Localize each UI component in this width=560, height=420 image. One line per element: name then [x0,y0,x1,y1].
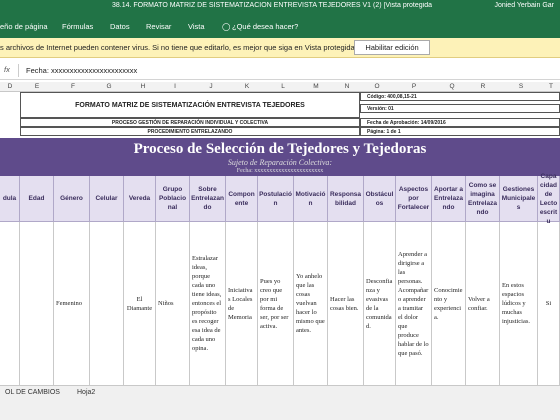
column-header[interactable]: Q [441,83,463,90]
tab-view[interactable]: Vista [188,22,205,31]
table-row: Femenino El Diamante Niños Estralazar id… [0,222,560,385]
banner-title: Proceso de Selección de Tejedores y Teje… [133,141,427,157]
header-cell[interactable]: Sobre Entrelazando [190,176,226,222]
ribbon-tabs: eño de página Fórmulas Datos Revisar Vis… [0,14,560,38]
process-name: PROCESO GESTIÓN DE REPARACIÓN INDIVIDUAL… [20,118,360,127]
column-header[interactable]: S [510,83,532,90]
document-version: Versión: 01 [360,104,560,113]
banner-subtitle: Sujeto de Reparación Colectiva: [227,158,333,167]
divider [18,64,19,77]
column-header[interactable]: J [200,83,222,90]
banner-date: Fecha: xxxxxxxxxxxxxxxxxxxxxxx [236,168,324,174]
data-cell[interactable] [0,222,20,385]
data-cell-vereda[interactable]: El Diamante [124,222,156,385]
data-cell-contribute[interactable]: Conocimiento y experiencia. [432,222,466,385]
header-cell[interactable]: Como se imagina Entrelazando [466,176,500,222]
data-cell-management[interactable]: En estos espacios lúdicos y muchas injus… [500,222,538,385]
column-headers: D E F G H I J K L M N O P Q R S T [0,82,560,92]
sheet-tab[interactable]: OL DE CAMBIOS [0,387,65,399]
data-cell-strengthen[interactable]: Aprender a dirigirse a las personas. Aco… [396,222,432,385]
formula-bar: fx Fecha: xxxxxxxxxxxxxxxxxxxxxxx [0,62,560,80]
data-cell-group[interactable]: Niños [156,222,190,385]
column-header[interactable]: I [164,83,186,90]
header-cell[interactable]: Obstáculos [364,176,396,222]
banner: Proceso de Selección de Tejedores y Teje… [0,138,560,176]
header-cell[interactable]: Postulación [258,176,294,222]
fx-icon[interactable]: fx [4,65,10,74]
column-header[interactable]: G [98,83,120,90]
data-cell-application[interactable]: Pues yo creo que por mi forma de ser, po… [258,222,294,385]
formula-input[interactable]: Fecha: xxxxxxxxxxxxxxxxxxxxxxx [26,66,137,75]
column-header[interactable]: F [62,83,84,90]
column-header[interactable]: N [336,83,358,90]
header-cell[interactable]: Género [54,176,90,222]
column-header[interactable]: M [305,83,327,90]
document-title: FORMATO MATRIZ DE SISTEMATIZACIÓN ENTREV… [20,92,360,118]
data-cell[interactable] [20,222,54,385]
header-cell[interactable]: Gestiones Municipales [500,176,538,222]
column-header[interactable]: D [0,83,20,90]
sheet-tabs: OL DE CAMBIOS Hoja2 [0,385,560,420]
header-cell[interactable]: Aspectos por Fortalecer [396,176,432,222]
column-header[interactable]: E [26,83,48,90]
tab-page-layout[interactable]: eño de página [0,22,48,31]
header-cell[interactable]: Edad [20,176,54,222]
data-cell-about[interactable]: Estralazar ideas, porque cada uno tiene … [190,222,226,385]
page-number: Página: 1 de 1 [360,127,560,136]
tab-data[interactable]: Datos [110,22,130,31]
header-cell[interactable]: Componente [226,176,258,222]
sheet-tab[interactable]: Hoja2 [72,387,100,399]
lightbulb-icon: ◯ [222,22,231,31]
column-header[interactable]: H [132,83,154,90]
header-cell[interactable]: dula [0,176,20,222]
tab-formulas[interactable]: Fórmulas [62,22,93,31]
column-header[interactable]: R [472,83,494,90]
column-header[interactable]: O [366,83,388,90]
column-header[interactable]: K [236,83,258,90]
data-cell-imagine[interactable]: Volver a confiar. [466,222,500,385]
data-cell-responsibility[interactable]: Hacer las cosas bien. [328,222,364,385]
data-cell-obstacles[interactable]: Desconfianza y evasivas de la comunidad. [364,222,396,385]
table-header: dula Edad Género Celular Vereda Grupo Po… [0,173,560,225]
column-header[interactable]: P [403,83,425,90]
approval-date: Fecha de Aprobación: 14/09/2016 [360,118,560,127]
data-cell[interactable] [90,222,124,385]
header-cell[interactable]: Vereda [124,176,156,222]
protected-view-bar: s archivos de Internet pueden contener v… [0,38,560,58]
header-cell[interactable]: Aportar a Entrelazando [432,176,466,222]
column-header[interactable]: T [542,83,560,90]
protected-view-message: s archivos de Internet pueden contener v… [0,43,357,52]
procedure-name: PROCEDIMIENTO ENTRELAZANDO [20,127,360,136]
header-cell[interactable]: Grupo Poblacional [156,176,190,222]
window-title: 38.14. FORMATO MATRIZ DE SISTEMATIZACION… [112,2,432,9]
header-cell[interactable]: Responsabilidad [328,176,364,222]
header-cell[interactable]: Capacidad de Lectoescritu [538,173,560,225]
tab-review[interactable]: Revisar [146,22,171,31]
column-header[interactable]: L [272,83,294,90]
document-code: Código: 400,08,15-21 [360,92,560,101]
enable-editing-button[interactable]: Habilitar edición [354,40,430,55]
data-cell-component[interactable]: Iniciativas Locales de Memoria [226,222,258,385]
header-cell[interactable]: Motivación [294,176,328,222]
data-cell-motivation[interactable]: Yo anhelo que las cosas vuelvan hacer lo… [294,222,328,385]
tell-me-search[interactable]: ¿Qué desea hacer? [232,22,298,31]
data-cell-gender[interactable]: Femenino [54,222,90,385]
data-cell-literacy[interactable]: Si [538,222,560,385]
header-cell[interactable]: Celular [90,176,124,222]
worksheet[interactable]: FORMATO MATRIZ DE SISTEMATIZACIÓN ENTREV… [0,92,560,385]
user-name[interactable]: Jonied Yerbain Gar [494,2,554,9]
